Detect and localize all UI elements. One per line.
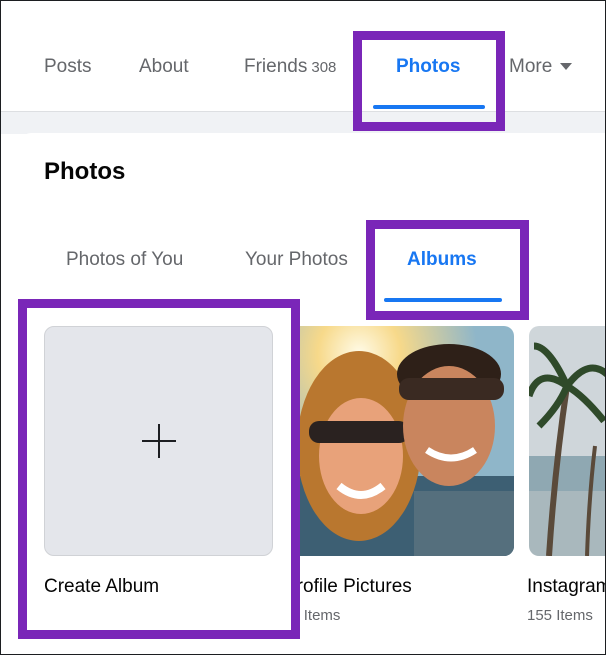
instagram-photos-caption-clip: Instagram Photos 155 Items xyxy=(527,571,605,641)
section-divider xyxy=(1,112,605,134)
tab-about[interactable]: About xyxy=(139,56,189,78)
tab-more-label: More xyxy=(509,56,553,77)
palm-beach-photo xyxy=(529,326,605,556)
tab-friends[interactable]: Friends 308 xyxy=(244,56,336,78)
tab-friends-label: Friends xyxy=(244,56,308,77)
photos-tab-highlight xyxy=(353,31,505,131)
instagram-photos-count: 155 Items xyxy=(527,607,593,624)
photos-section-title: Photos xyxy=(44,158,126,185)
browser-viewport: Posts About Friends 308 Photos More Photo… xyxy=(0,0,606,655)
profile-pictures-count: 11 Items xyxy=(299,607,341,624)
profile-tab-bar: Posts About Friends 308 Photos More xyxy=(1,1,605,112)
caret-down-icon xyxy=(560,63,573,71)
profile-pictures-caption-clip: Profile Pictures 11 Items xyxy=(299,571,529,641)
profile-pictures-album-cover[interactable] xyxy=(299,326,514,556)
tab-posts[interactable]: Posts xyxy=(44,56,92,78)
subtab-your-photos[interactable]: Your Photos xyxy=(245,249,348,271)
friends-count: 308 xyxy=(311,59,337,76)
create-album-highlight xyxy=(18,299,300,639)
instagram-photos-label[interactable]: Instagram Photos xyxy=(527,576,605,598)
couple-selfie-photo xyxy=(299,326,514,556)
albums-tab-highlight xyxy=(366,220,529,320)
tab-more[interactable]: More xyxy=(509,56,573,78)
instagram-photos-album-cover[interactable] xyxy=(529,326,605,556)
profile-pictures-label[interactable]: Profile Pictures xyxy=(299,576,412,598)
subtab-photos-of-you[interactable]: Photos of You xyxy=(66,249,183,271)
